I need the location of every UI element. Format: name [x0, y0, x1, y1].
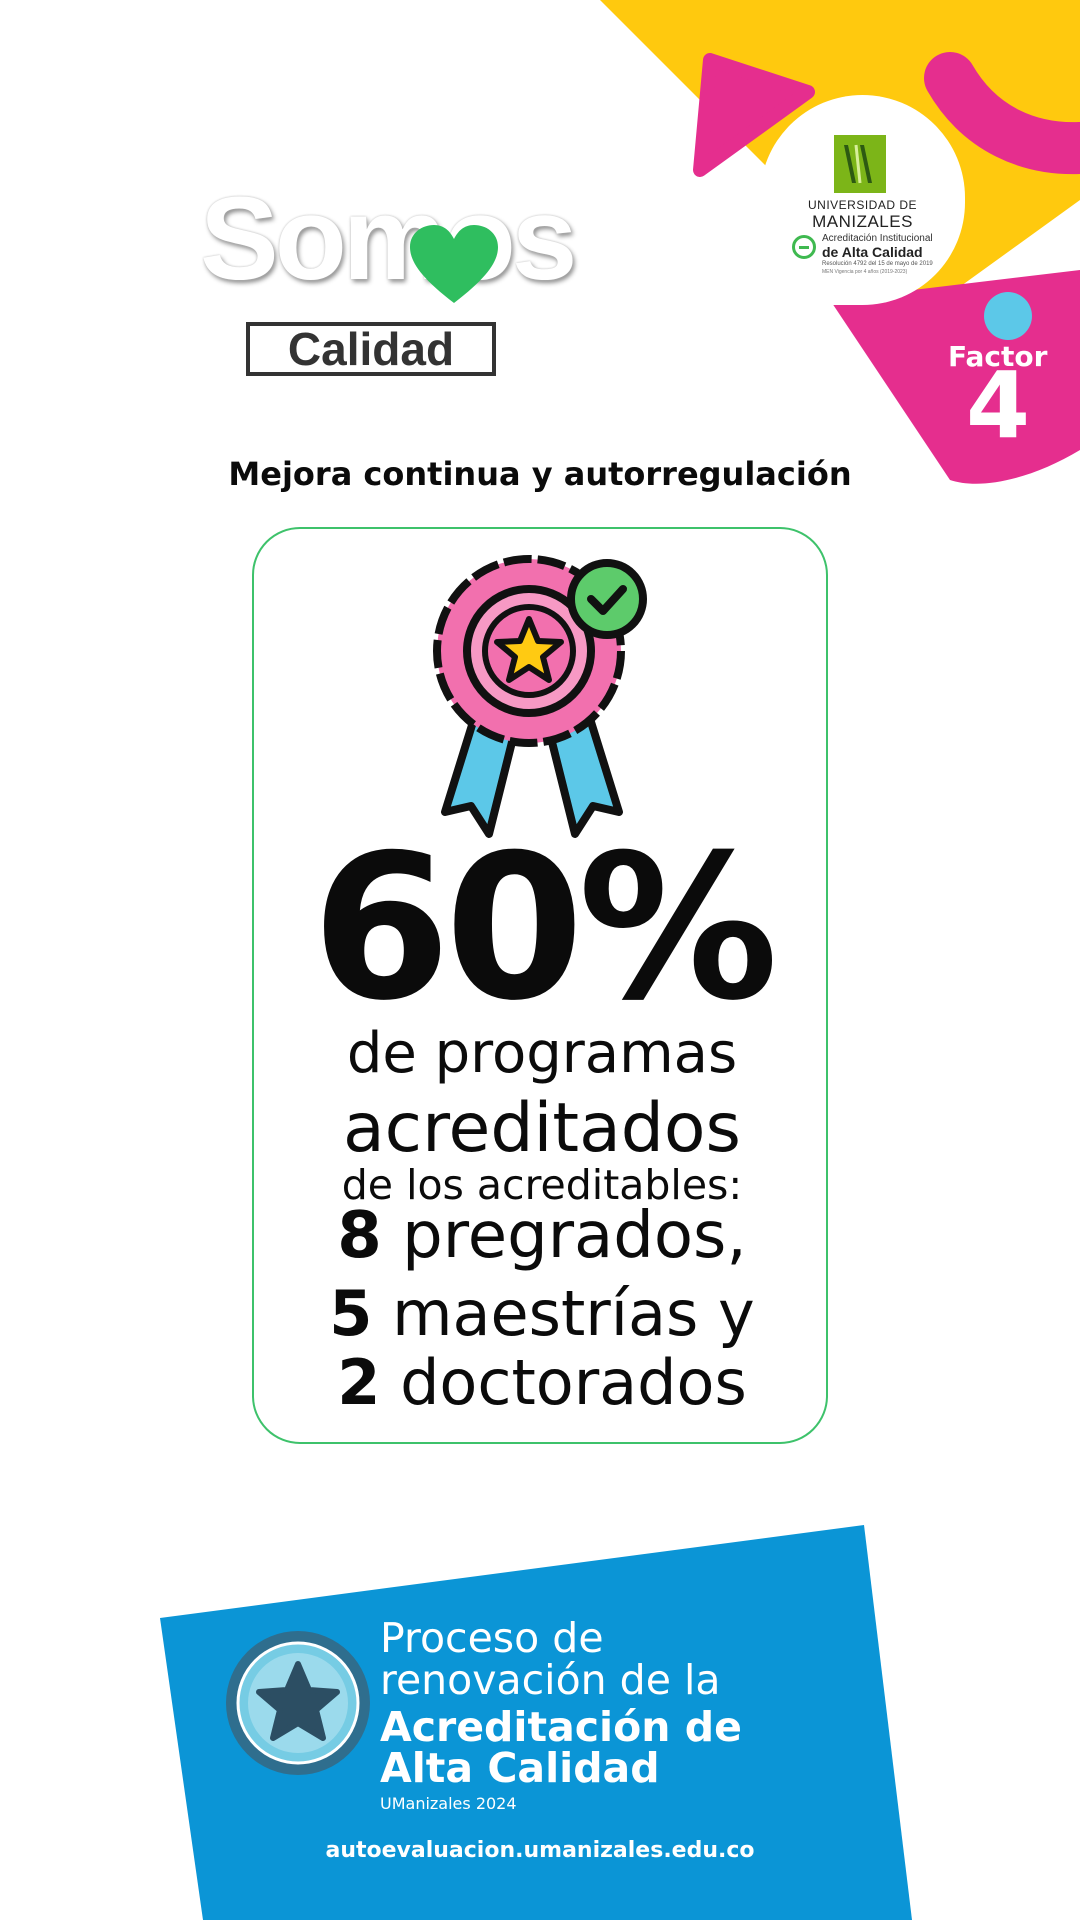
factor-number: 4: [966, 352, 1031, 459]
stat-card: 60% de programas acreditados de los acre…: [252, 527, 828, 1444]
accreditation-line1: Acreditación Institucional: [822, 233, 933, 244]
university-logo-badge: UNIVERSIDAD DE MANIZALES Acreditación In…: [760, 95, 965, 305]
banner-line4: Alta Calidad: [380, 1744, 660, 1792]
banner-line1: Proceso de: [380, 1614, 604, 1662]
accreditation-line4: MEN Vigencia por 4 años (2019-2023): [822, 269, 908, 275]
banner-url-link[interactable]: autoevaluacion.umanizales.edu.co: [0, 1838, 1080, 1863]
award-ribbon-icon: [433, 555, 647, 838]
brand-word: Somos: [200, 173, 577, 305]
stat-percent: 60%: [311, 812, 779, 1045]
doctorados-count: 2: [337, 1346, 381, 1419]
doctorados-label: doctorados: [400, 1346, 747, 1419]
maestrias-label: maestrías y: [392, 1277, 755, 1350]
logo-name-line1: UNIVERSIDAD DE: [807, 198, 918, 212]
stat-line-doctorados: 2 doctorados: [254, 1346, 830, 1419]
star-seal-icon: [226, 1631, 370, 1775]
brand-subtitle: Calidad: [246, 322, 496, 376]
banner-line3: Acreditación de: [380, 1703, 742, 1751]
accreditation-icon: [792, 235, 816, 259]
banner-line5: UManizales 2024: [380, 1794, 517, 1813]
heart-icon: [410, 225, 498, 303]
banner-line2: renovación de la: [380, 1656, 721, 1704]
accreditation-line2: de Alta Calidad: [822, 244, 923, 260]
pregrados-label: pregrados,: [402, 1199, 747, 1273]
page-title: Mejora continua y autorregulación: [228, 455, 852, 493]
stat-line-maestrias: 5 maestrías y: [254, 1277, 830, 1350]
stat-line-pregrados: 8 pregrados,: [254, 1199, 830, 1273]
pregrados-count: 8: [337, 1199, 382, 1273]
accreditation-line3: Resolución 4792 del 15 de mayo de 2019: [822, 261, 933, 267]
stat-line-programas: de programas: [346, 1021, 738, 1086]
logo-name-line2: MANIZALES: [812, 212, 913, 231]
maestrias-count: 5: [329, 1277, 373, 1350]
university-logo-icon: [834, 135, 886, 193]
stat-line-acreditados: acreditados: [343, 1089, 741, 1168]
